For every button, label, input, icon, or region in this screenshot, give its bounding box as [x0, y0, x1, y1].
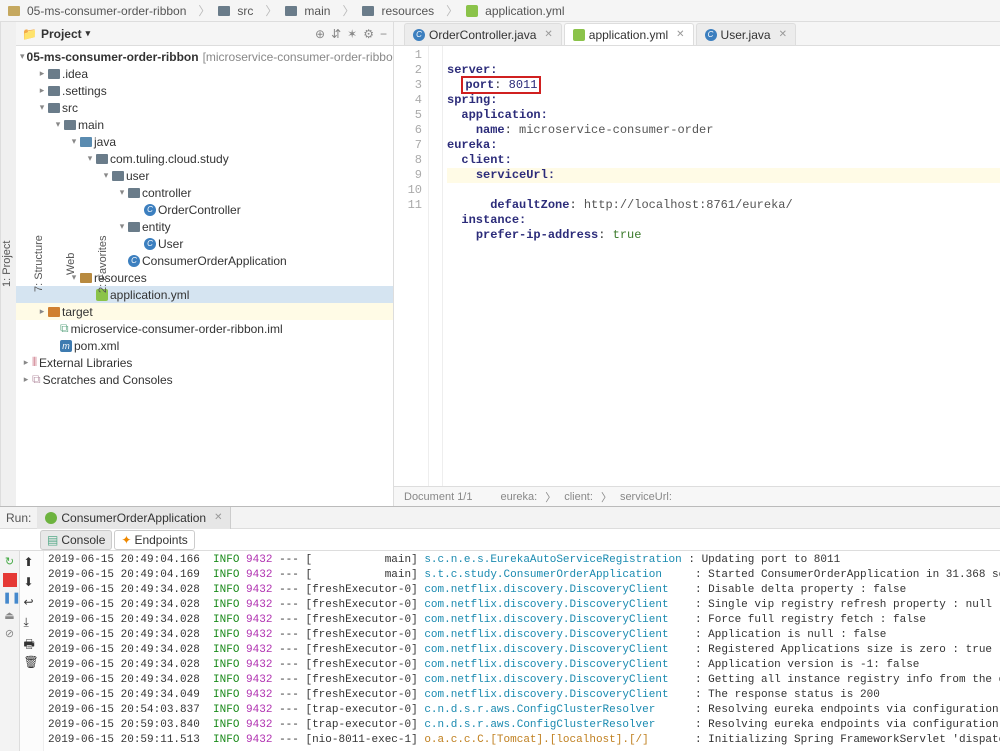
bc-project[interactable]: 05-ms-consumer-order-ribbon: [4, 4, 194, 18]
line-gutter: 1234567891011: [394, 46, 429, 486]
tab-project[interactable]: 1: Project: [1, 26, 13, 502]
code-area[interactable]: server: port: 8011 spring: application: …: [443, 46, 1000, 486]
console-tab[interactable]: ▤Console: [40, 530, 112, 550]
rerun-icon[interactable]: ↻: [3, 555, 17, 569]
project-hide-icon[interactable]: −: [380, 27, 387, 41]
editor-breadcrumb: Document 1/1 eureka:〉 client:〉 serviceUr…: [394, 486, 1000, 506]
print-icon[interactable]: 🖶: [24, 635, 40, 651]
bc-main[interactable]: main: [281, 4, 338, 18]
clear-icon[interactable]: 🗑: [24, 655, 40, 671]
down-icon[interactable]: ⬇: [24, 575, 40, 591]
project-sort-icon[interactable]: ⇵: [331, 27, 341, 41]
project-settings-icon[interactable]: ⚙: [363, 27, 374, 41]
project-collapse-icon[interactable]: ⊕: [315, 27, 325, 41]
close-icon[interactable]: ✕: [214, 512, 222, 523]
console-output[interactable]: 2019-06-15 20:49:04.166 INFO 9432 --- [ …: [44, 551, 1000, 751]
close-icon[interactable]: ✕: [779, 29, 787, 40]
stop-icon[interactable]: [3, 573, 17, 587]
close-icon[interactable]: ✕: [544, 29, 552, 40]
tab-web[interactable]: Web: [65, 26, 77, 502]
tab-structure[interactable]: 7: Structure: [33, 26, 45, 502]
crumb-eureka[interactable]: eureka:: [500, 491, 537, 503]
tab-user[interactable]: CUser.java✕: [696, 23, 796, 45]
editor[interactable]: 1234567891011 server: port: 8011 spring:…: [394, 46, 1000, 486]
fold-gutter[interactable]: [429, 46, 443, 486]
exit-icon[interactable]: ⏏: [3, 609, 17, 623]
bc-file[interactable]: application.yml: [462, 4, 572, 18]
run-label: Run:: [0, 511, 37, 525]
left-toolwindow-strip: 1: Project 7: Structure Web 2: Favorites: [0, 22, 16, 506]
doc-indicator: Document 1/1: [404, 491, 472, 503]
crumb-client[interactable]: client:: [564, 491, 593, 503]
run-left-toolbar: ↻ ❚❚ ⏏ ⊘: [0, 551, 20, 751]
wrap-icon[interactable]: ↩: [24, 595, 40, 611]
editor-tabs: COrderController.java✕ application.yml✕ …: [394, 22, 1000, 46]
mute-icon[interactable]: ⊘: [3, 627, 17, 641]
run-panel: Run: ConsumerOrderApplication✕ ▤Console …: [0, 506, 1000, 751]
tab-applicationyml[interactable]: application.yml✕: [564, 23, 694, 45]
run-mid-toolbar: ⬆ ⬇ ↩ ⤓ 🖶 🗑: [20, 551, 44, 751]
scroll-icon[interactable]: ⤓: [24, 615, 40, 631]
run-config-tab[interactable]: ConsumerOrderApplication✕: [37, 507, 231, 529]
breadcrumb: 05-ms-consumer-order-ribbon〉 src〉 main〉 …: [0, 0, 1000, 22]
crumb-serviceurl[interactable]: serviceUrl:: [620, 491, 672, 503]
tab-favorites[interactable]: 2: Favorites: [97, 26, 109, 502]
bc-src[interactable]: src: [214, 4, 261, 18]
endpoints-tab[interactable]: ✦Endpoints: [114, 530, 194, 550]
up-icon[interactable]: ⬆: [24, 555, 40, 571]
pause-icon[interactable]: ❚❚: [3, 591, 17, 605]
close-icon[interactable]: ✕: [676, 29, 684, 40]
bc-resources[interactable]: resources: [358, 4, 442, 18]
project-target-icon[interactable]: ✶: [347, 27, 357, 41]
tab-ordercontroller[interactable]: COrderController.java✕: [404, 23, 562, 45]
